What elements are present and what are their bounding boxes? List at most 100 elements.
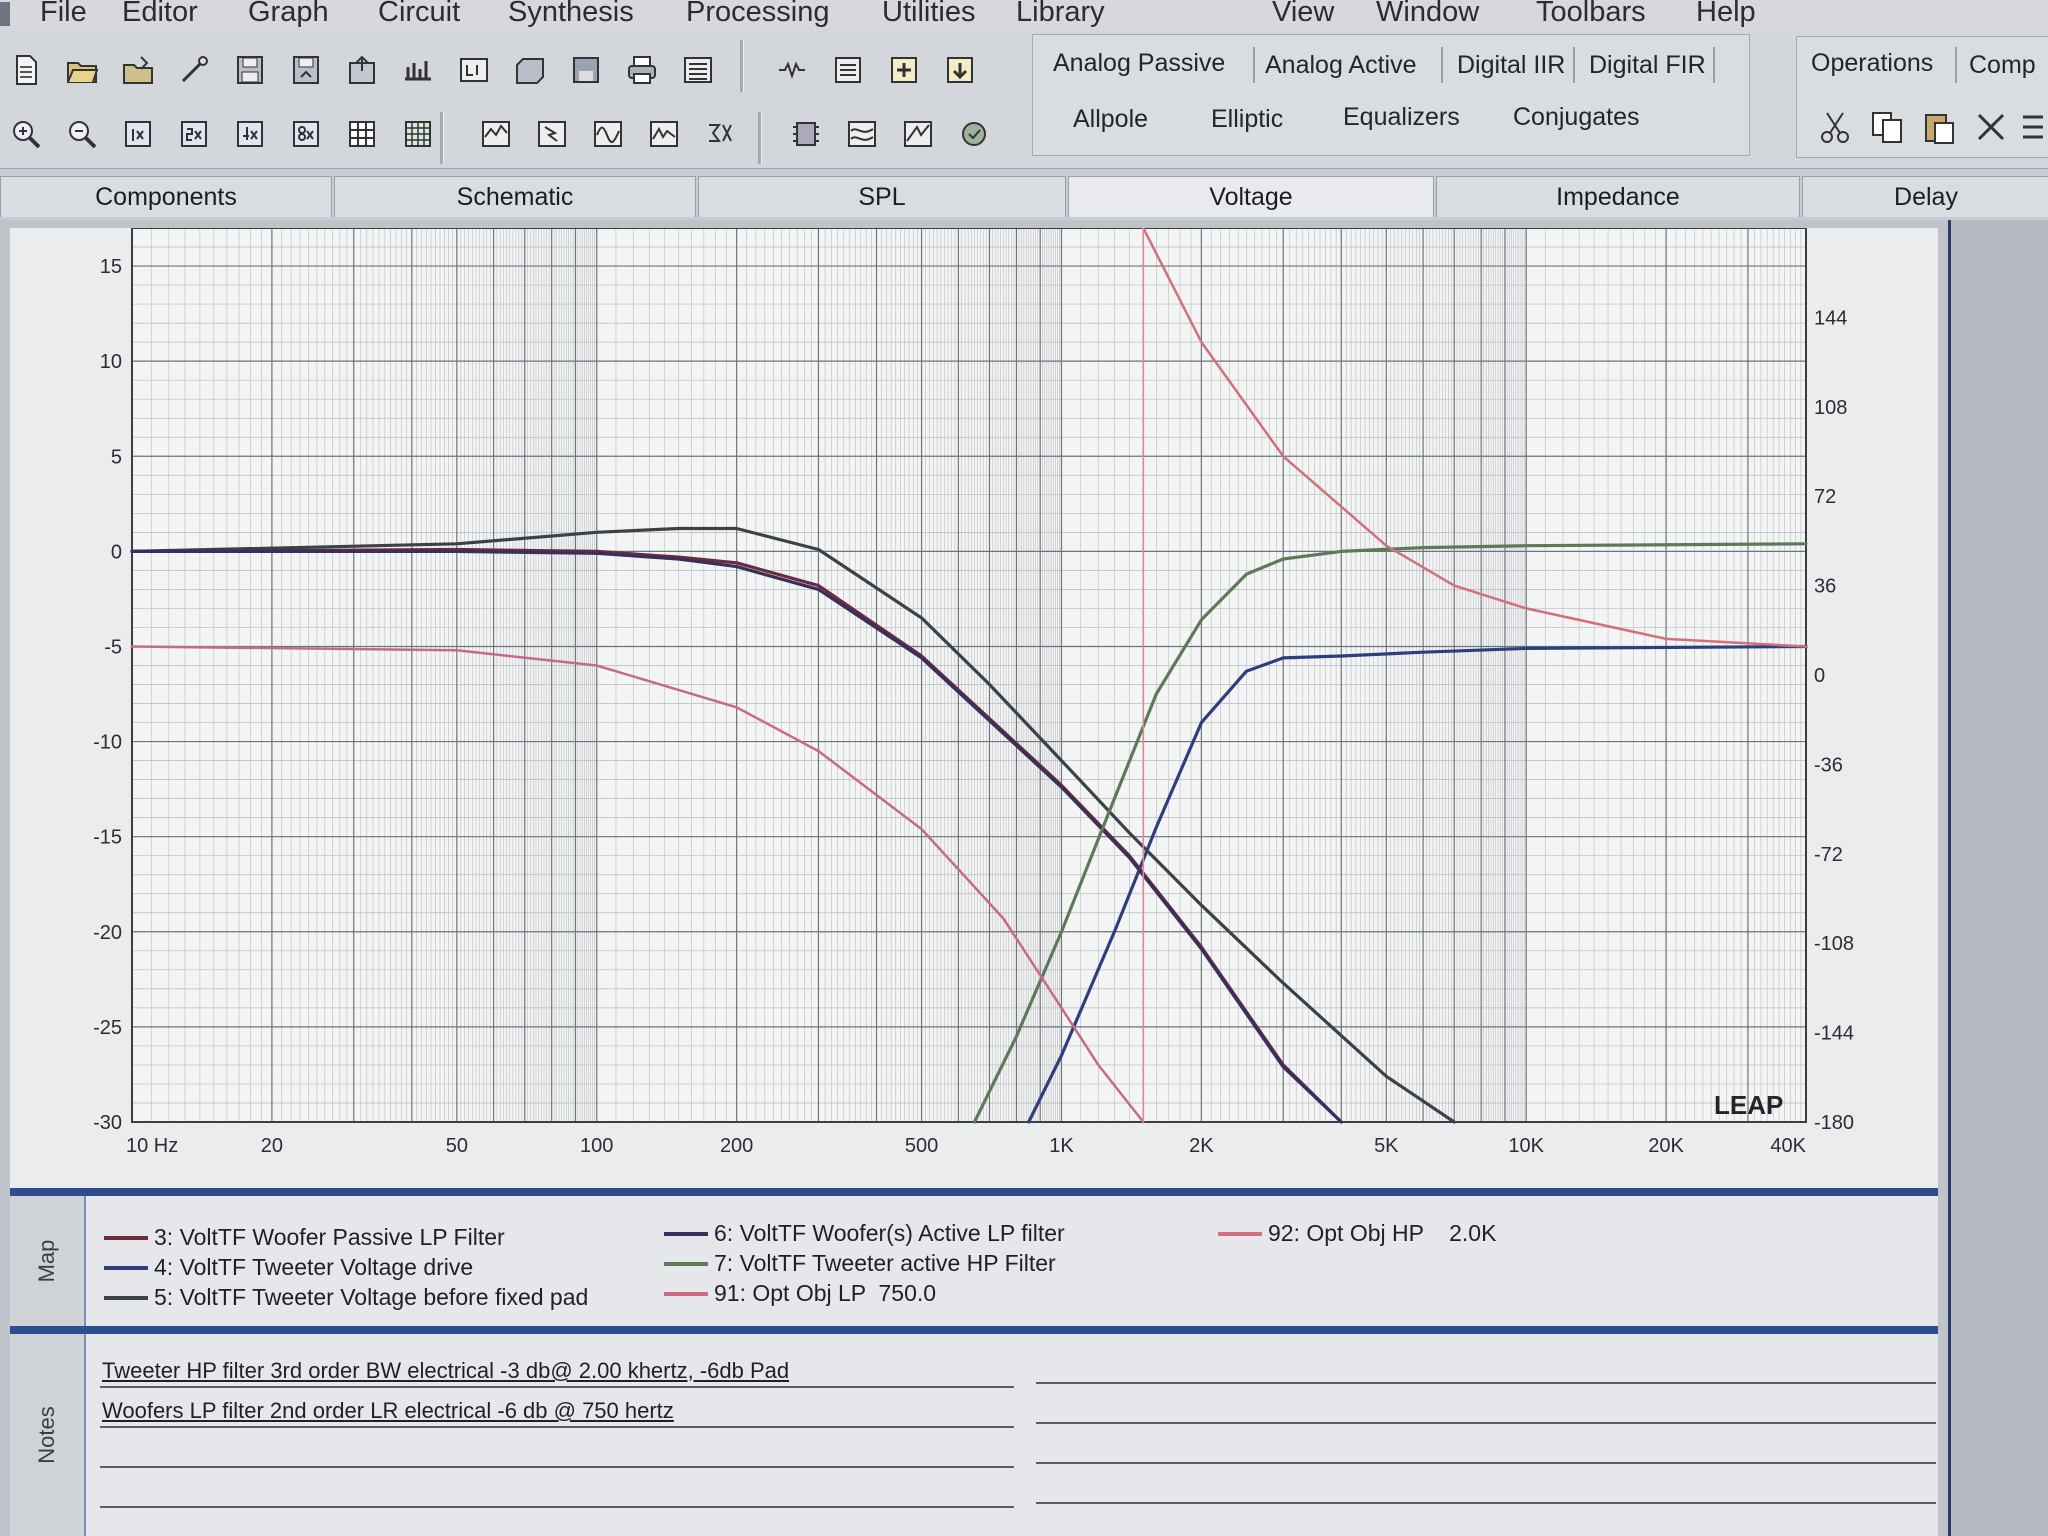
graph-phase-icon[interactable] xyxy=(530,112,574,156)
menu-toolbars[interactable]: Toolbars xyxy=(1536,0,1646,29)
paste-icon[interactable] xyxy=(1921,109,1957,145)
menu-window[interactable]: Window xyxy=(1376,0,1479,29)
x-tick-label: 5K xyxy=(1374,1135,1399,1157)
tab-equalizers[interactable]: Equalizers xyxy=(1343,103,1460,132)
legend-item[interactable]: 92: Opt Obj HP 2.0K xyxy=(1218,1220,1496,1247)
tab-analog-passive[interactable]: Analog Passive xyxy=(1053,49,1225,78)
toolbar-separator xyxy=(440,112,444,164)
legend-item[interactable]: 91: Opt Obj LP 750.0 xyxy=(664,1280,936,1307)
note-line-1[interactable]: Tweeter HP filter 3rd order BW electrica… xyxy=(102,1358,789,1384)
menu-circuit[interactable]: Circuit xyxy=(378,0,460,29)
y-tick-label-right: -36 xyxy=(1814,754,1843,776)
cut-icon[interactable] xyxy=(1817,109,1853,145)
add-component-icon[interactable] xyxy=(882,48,926,92)
panel-divider xyxy=(10,1326,1938,1334)
compare-icon[interactable] xyxy=(896,112,940,156)
circuit-icon[interactable] xyxy=(770,48,814,92)
open-project-icon[interactable] xyxy=(116,48,160,92)
menu-help[interactable]: Help xyxy=(1696,0,1756,29)
y-tick-label-left: 15 xyxy=(100,256,122,278)
legend-item[interactable]: 4: VoltTF Tweeter Voltage drive xyxy=(104,1254,473,1281)
y-tick-label-right: 108 xyxy=(1814,397,1847,419)
tab-divider xyxy=(1253,47,1255,83)
copy-icon[interactable] xyxy=(1869,109,1905,145)
delete-icon[interactable] xyxy=(1973,109,2009,145)
tab-digital-fir[interactable]: Digital FIR xyxy=(1589,51,1706,80)
zoom-4x-icon[interactable] xyxy=(228,112,272,156)
graph-impedance-icon[interactable] xyxy=(642,112,686,156)
fine-grid-icon[interactable] xyxy=(396,112,440,156)
tab-operations[interactable]: Operations xyxy=(1811,49,1933,78)
y-tick-label-right: -180 xyxy=(1814,1112,1854,1134)
x-tick-label: 10K xyxy=(1508,1135,1544,1157)
measure-icon[interactable] xyxy=(452,48,496,92)
zoom-2x-icon[interactable] xyxy=(172,112,216,156)
legend-label: 3: VoltTF Woofer Passive LP Filter xyxy=(154,1224,505,1250)
menu-processing[interactable]: Processing xyxy=(686,0,829,29)
tab-conjugates[interactable]: Conjugates xyxy=(1513,103,1639,132)
graph-wave-icon[interactable] xyxy=(586,112,630,156)
legend-label: 91: Opt Obj LP 750.0 xyxy=(714,1280,937,1306)
tab-components[interactable]: Components xyxy=(0,176,332,217)
tab-divider xyxy=(1573,47,1575,83)
wizard-icon[interactable] xyxy=(172,48,216,92)
toolbar: Analog Passive Analog Active Digital IIR… xyxy=(0,28,2048,169)
menu-graph[interactable]: Graph xyxy=(248,0,329,29)
tab-voltage[interactable]: Voltage xyxy=(1068,176,1434,217)
optimizer-icon[interactable] xyxy=(952,112,996,156)
app-icon[interactable] xyxy=(0,2,10,26)
map-label: Map xyxy=(10,1196,86,1326)
tab-schematic[interactable]: Schematic xyxy=(334,176,696,217)
tab-comp[interactable]: Comp xyxy=(1969,51,2036,80)
menu-bar: File Editor Graph Circuit Synthesis Proc… xyxy=(0,0,2048,29)
zoom-8x-icon[interactable] xyxy=(284,112,328,156)
save-as-icon[interactable] xyxy=(284,48,328,92)
x-tick-label: 10 Hz xyxy=(126,1135,178,1157)
insert-component-icon[interactable] xyxy=(938,48,982,92)
menu-editor[interactable]: Editor xyxy=(122,0,198,29)
component-list-icon[interactable] xyxy=(826,48,870,92)
toolbar-row-circuit xyxy=(770,48,982,92)
note-underline xyxy=(1036,1382,1936,1384)
legend-item[interactable]: 3: VoltTF Woofer Passive LP Filter xyxy=(104,1224,505,1251)
list-icon[interactable] xyxy=(676,48,720,92)
tab-allpole[interactable]: Allpole xyxy=(1073,105,1148,134)
legend-label: 7: VoltTF Tweeter active HP Filter xyxy=(714,1250,1056,1276)
grid-icon[interactable] xyxy=(340,112,384,156)
open-folder-icon[interactable] xyxy=(60,48,104,92)
tab-spl[interactable]: SPL xyxy=(698,176,1066,217)
voltage-chart[interactable]: 151050-5-10-15-20-25-30 14410872360-36-7… xyxy=(10,228,1938,1188)
zoom-in-icon[interactable] xyxy=(4,112,48,156)
legend-item[interactable]: 7: VoltTF Tweeter active HP Filter xyxy=(664,1250,1056,1277)
import-icon[interactable] xyxy=(396,48,440,92)
legend-item[interactable]: 5: VoltTF Tweeter Voltage before fixed p… xyxy=(104,1284,588,1311)
menu-synthesis[interactable]: Synthesis xyxy=(508,0,634,29)
new-file-icon[interactable] xyxy=(4,48,48,92)
tab-elliptic[interactable]: Elliptic xyxy=(1211,105,1283,134)
menu-utilities[interactable]: Utilities xyxy=(882,0,975,29)
plot-background xyxy=(132,228,1806,1122)
menu-view[interactable]: View xyxy=(1272,0,1334,29)
archive-icon[interactable] xyxy=(508,48,552,92)
save-icon[interactable] xyxy=(228,48,272,92)
tab-analog-active[interactable]: Analog Active xyxy=(1265,51,1417,80)
math-icon[interactable] xyxy=(698,112,742,156)
tab-digital-iir[interactable]: Digital IIR xyxy=(1457,51,1565,80)
disk-icon[interactable] xyxy=(564,48,608,92)
menu-file[interactable]: File xyxy=(40,0,87,29)
print-icon[interactable] xyxy=(620,48,664,92)
voltage-graph[interactable]: 15 10 5 0 -5 -10 -15 -20 -25 -30 144 108 72 36 0 -36 -7… xyxy=(10,228,1938,1188)
overlay-icon[interactable] xyxy=(840,112,884,156)
more-icon[interactable] xyxy=(2019,109,2048,145)
zoom-1x-icon[interactable] xyxy=(116,112,160,156)
tab-delay[interactable]: Delay xyxy=(1802,176,2048,217)
graph-spl-icon[interactable] xyxy=(474,112,518,156)
operations-group: Operations Comp xyxy=(1796,36,2048,158)
export-icon[interactable] xyxy=(340,48,384,92)
menu-library[interactable]: Library xyxy=(1016,0,1105,29)
legend-item[interactable]: 6: VoltTF Woofer(s) Active LP filter xyxy=(664,1220,1065,1247)
chip-icon[interactable] xyxy=(784,112,828,156)
tab-impedance[interactable]: Impedance xyxy=(1436,176,1800,217)
zoom-out-icon[interactable] xyxy=(60,112,104,156)
note-line-2[interactable]: Woofers LP filter 2nd order LR electrica… xyxy=(102,1398,674,1424)
